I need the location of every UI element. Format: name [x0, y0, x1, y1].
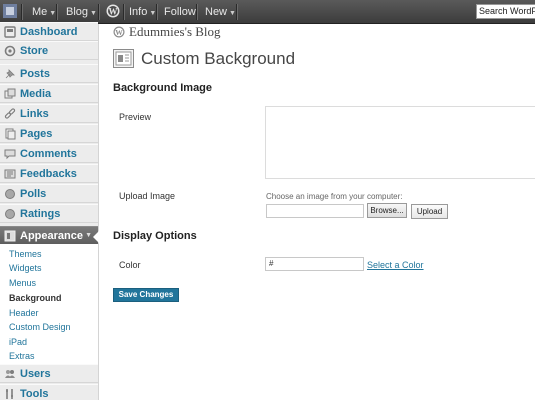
- submenu-item-themes[interactable]: Themes: [9, 248, 42, 260]
- choose-image-instruction: Choose an image from your computer:: [266, 192, 403, 201]
- preview-label: Preview: [119, 112, 152, 122]
- submenu-item-custom-design[interactable]: Custom Design: [9, 321, 71, 333]
- blog-label: Blog: [66, 6, 89, 18]
- upload-image-label: Upload Image: [119, 191, 176, 201]
- browse-button[interactable]: Browse...: [367, 203, 407, 218]
- display-options-heading: Display Options: [113, 230, 197, 242]
- sidebar-item-tools[interactable]: Tools: [0, 384, 98, 400]
- dashboard-icon: [4, 26, 16, 38]
- chevron-down-icon: ▼: [85, 232, 92, 239]
- appearance-page-icon: [113, 49, 134, 68]
- submenu-item-menus[interactable]: Menus: [9, 277, 36, 289]
- admin-bar-new[interactable]: New ▼: [205, 0, 236, 24]
- sidebar-item-label: Tools: [20, 388, 49, 400]
- svg-text:W: W: [109, 7, 118, 17]
- pin-icon: [5, 69, 15, 79]
- admin-bar-blog[interactable]: Blog ▼: [66, 0, 97, 24]
- tools-icon: [6, 389, 13, 399]
- sidebar-item-label: Store: [20, 45, 49, 57]
- submenu-item-ipad[interactable]: iPad: [9, 336, 27, 348]
- sidebar-item-store[interactable]: Store: [0, 41, 98, 60]
- wordpress-logo-icon[interactable]: W: [106, 4, 120, 18]
- sidebar-item-ratings[interactable]: Ratings: [0, 204, 98, 223]
- save-changes-button[interactable]: Save Changes: [113, 288, 179, 302]
- svg-text:W: W: [115, 28, 123, 37]
- users-icon: [5, 370, 15, 378]
- sidebar-item-label: Dashboard: [20, 26, 78, 38]
- submenu-item-widgets[interactable]: Widgets: [9, 262, 42, 274]
- wordpress-logo-icon: W: [113, 26, 125, 38]
- comment-icon: [4, 149, 16, 160]
- sidebar-item-appearance[interactable]: Appearance ▼: [0, 226, 99, 246]
- admin-bar-search-input[interactable]: Search WordPress: [476, 4, 535, 19]
- color-label: Color: [119, 260, 141, 270]
- media-icon: [4, 88, 16, 99]
- admin-bar: Me ▼ Blog ▼ W Info ▼ Follow New ▼ Search Wor…: [0, 0, 535, 24]
- blog-name[interactable]: Edummies's Blog: [129, 24, 221, 40]
- link-icon: [4, 108, 16, 119]
- sidebar-item-feedbacks[interactable]: Feedbacks: [0, 164, 98, 183]
- admin-bar-info[interactable]: Info ▼: [129, 0, 156, 24]
- background-image-heading: Background Image: [113, 82, 213, 94]
- sidebar-item-pages[interactable]: Pages: [0, 124, 98, 143]
- sidebar-item-label: Polls: [20, 188, 47, 200]
- admin-bar-me[interactable]: Me ▼: [32, 0, 56, 24]
- upload-button[interactable]: Upload: [411, 204, 448, 219]
- submenu-item-extras[interactable]: Extras: [9, 350, 35, 362]
- sidebar-item-label: Ratings: [20, 208, 61, 220]
- current-menu-arrow-icon: [93, 231, 99, 243]
- sidebar-item-label: Pages: [20, 128, 53, 140]
- select-color-link[interactable]: Select a Color: [367, 260, 424, 270]
- appearance-submenu: Themes Widgets Menus Background Header C…: [0, 244, 98, 364]
- page-title: Custom Background: [141, 49, 296, 68]
- appearance-icon: [4, 230, 16, 242]
- chevron-down-icon: ▼: [229, 10, 236, 17]
- sidebar-item-users[interactable]: Users: [0, 364, 98, 383]
- sidebar-item-media[interactable]: Media: [0, 84, 98, 103]
- background-preview: [265, 106, 535, 179]
- admin-bar-follow[interactable]: Follow: [164, 0, 196, 24]
- sidebar-item-links[interactable]: Links: [0, 104, 98, 123]
- sidebar-item-posts[interactable]: Posts: [0, 64, 98, 83]
- blavatar-icon[interactable]: [3, 4, 17, 18]
- rating-icon: [5, 209, 15, 219]
- submenu-item-header[interactable]: Header: [9, 307, 39, 319]
- file-path-input[interactable]: [266, 204, 364, 218]
- feedback-icon: [4, 169, 16, 179]
- me-label: Me: [32, 6, 48, 18]
- info-label: Info: [129, 6, 148, 18]
- follow-label: Follow: [164, 6, 196, 18]
- chevron-down-icon: ▼: [90, 10, 97, 17]
- poll-icon: [5, 189, 15, 199]
- sidebar-item-label: Users: [20, 368, 51, 380]
- sidebar-item-label: Comments: [20, 148, 77, 160]
- submenu-item-background[interactable]: Background: [9, 292, 62, 304]
- sidebar-item-comments[interactable]: Comments: [0, 144, 98, 163]
- sidebar-item-label: Feedbacks: [20, 168, 77, 180]
- pages-icon: [5, 128, 16, 140]
- sidebar-item-label: Appearance: [20, 230, 83, 242]
- color-hex-input[interactable]: #: [265, 257, 364, 271]
- store-icon: [4, 45, 16, 57]
- sidebar-item-label: Links: [20, 108, 49, 120]
- new-label: New: [205, 6, 228, 18]
- sidebar-item-dashboard[interactable]: Dashboard: [0, 22, 98, 41]
- sidebar-item-polls[interactable]: Polls: [0, 184, 98, 203]
- sidebar-item-label: Media: [20, 88, 52, 100]
- sidebar-item-label: Posts: [20, 68, 50, 80]
